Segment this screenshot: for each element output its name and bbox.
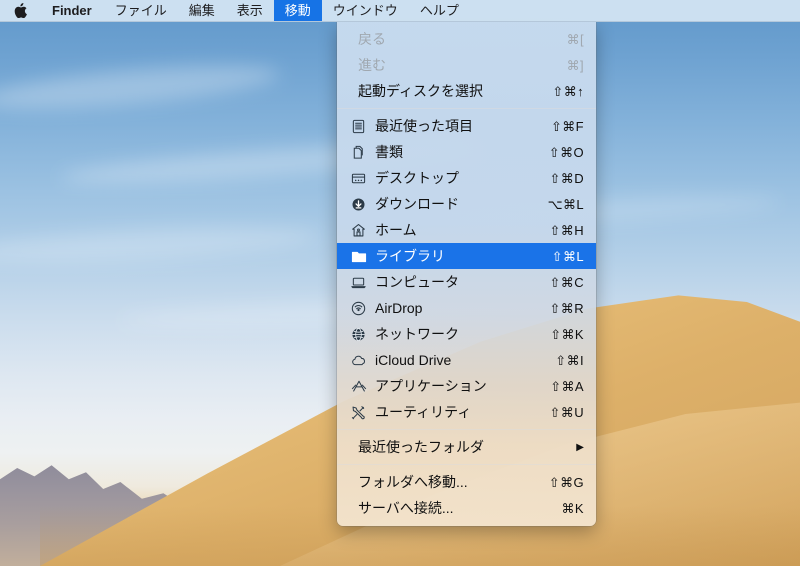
menu-item-[interactable]: デスクトップ ⇧⌘D (337, 165, 596, 191)
menu-view[interactable]: 表示 (226, 0, 274, 21)
menu-item-[interactable]: ネットワーク ⇧⌘K (337, 321, 596, 347)
menu-item-[interactable]: ユーティリティ ⇧⌘U (337, 399, 596, 425)
menu-item-[interactable]: 起動ディスクを選択 ⇧⌘↑ (337, 78, 596, 104)
menu-item-[interactable]: 書類 ⇧⌘O (337, 139, 596, 165)
menu-bar: Finder ファイル 編集 表示 移動 ウインドウ ヘルプ (0, 0, 800, 22)
home-icon (351, 222, 372, 238)
cloud-decoration (0, 220, 321, 270)
menu-window[interactable]: ウインドウ (322, 0, 409, 21)
airdrop-icon (351, 300, 372, 316)
menu-item-[interactable]: ダウンロード ⌥⌘L (337, 191, 596, 217)
menu-item-label: 最近使ったフォルダ (358, 439, 484, 455)
menu-item-shortcut: ⇧⌘L (551, 248, 584, 264)
menu-item-label: ユーティリティ (375, 404, 472, 420)
menu-item-shortcut: ⇧⌘U (549, 404, 584, 420)
menu-edit[interactable]: 編集 (178, 0, 226, 21)
menu-item-label: ライブラリ (375, 248, 445, 264)
menu-help[interactable]: ヘルプ (409, 0, 470, 21)
menu-item-[interactable]: コンピュータ ⇧⌘C (337, 269, 596, 295)
menu-item-shortcut: ⌘[ (566, 31, 584, 47)
menu-item-shortcut: ⌘] (566, 57, 584, 73)
menu-item-label: 起動ディスクを選択 (358, 83, 484, 99)
menu-item-label: iCloud Drive (375, 352, 452, 368)
menu-item-[interactable]: 最近使ったフォルダ ▶ (337, 434, 596, 460)
menu-item-shortcut: ⌥⌘L (547, 196, 584, 212)
menu-item-[interactable]: サーバへ接続... ⌘K (337, 495, 596, 521)
submenu-arrow-icon: ▶ (576, 441, 584, 453)
menu-go[interactable]: 移動 (273, 0, 322, 21)
menu-item-shortcut: ⇧⌘R (549, 300, 584, 316)
menu-item-label: AirDrop (375, 300, 423, 316)
menu-item-airdrop[interactable]: AirDrop ⇧⌘R (337, 295, 596, 321)
menu-item-[interactable]: ホーム ⇧⌘H (337, 217, 596, 243)
menu-item-label: コンピュータ (375, 274, 459, 290)
menu-item-label: ダウンロード (375, 196, 459, 212)
cloud-decoration (0, 56, 281, 118)
apple-logo-icon[interactable] (0, 0, 40, 21)
menu-item-shortcut: ⇧⌘K (550, 326, 584, 342)
menu-item-[interactable]: ライブラリ ⇧⌘L (337, 243, 596, 269)
utilities-icon (351, 404, 372, 420)
menu-finder[interactable]: Finder (40, 0, 104, 21)
menu-separator (337, 429, 596, 430)
menu-item-label: 書類 (375, 144, 403, 160)
applications-icon (351, 378, 372, 394)
menu-item-shortcut: ⇧⌘I (555, 352, 584, 368)
menu-item-shortcut: ⌘K (561, 500, 584, 516)
menu-item-shortcut: ⇧⌘G (548, 474, 584, 490)
menu-item-iclouddrive[interactable]: iCloud Drive ⇧⌘I (337, 347, 596, 373)
recent-items-icon (351, 118, 372, 134)
menu-separator (337, 108, 596, 109)
menu-item-label: デスクトップ (375, 170, 459, 186)
icloud-icon (351, 352, 372, 368)
menu-file[interactable]: ファイル (104, 0, 178, 21)
menu-item-shortcut: ⇧⌘A (550, 378, 584, 394)
menu-item-[interactable]: 最近使った項目 ⇧⌘F (337, 113, 596, 139)
menu-item-label: ホーム (375, 222, 417, 238)
menu-item-shortcut: ⇧⌘C (549, 274, 584, 290)
menu-item-label: 最近使った項目 (375, 118, 473, 134)
menu-item-label: 進む (358, 57, 386, 73)
menu-separator (337, 464, 596, 465)
go-menu-dropdown: 戻る ⌘[ 進む ⌘] 起動ディスクを選択 ⇧⌘↑ 最近使った項目 ⇧⌘F 書類 ⇧⌘O デスクトッ… (337, 22, 596, 526)
menu-item-label: アプリケーション (375, 378, 487, 394)
folder-icon (351, 248, 372, 264)
menu-item-: 進む ⌘] (337, 52, 596, 78)
menu-item-shortcut: ⇧⌘H (549, 222, 584, 238)
menu-item-label: フォルダへ移動... (358, 474, 468, 490)
downloads-icon (351, 196, 372, 212)
documents-icon (351, 144, 372, 160)
menu-item-[interactable]: アプリケーション ⇧⌘A (337, 373, 596, 399)
desktop-icon (351, 170, 372, 186)
computer-icon (351, 274, 372, 290)
menu-item-label: ネットワーク (375, 326, 459, 342)
network-icon (351, 326, 372, 342)
menu-item-shortcut: ⇧⌘↑ (552, 83, 584, 99)
menu-item-label: サーバへ接続... (358, 500, 454, 516)
menu-item-shortcut: ⇧⌘F (550, 118, 584, 134)
menu-item-[interactable]: フォルダへ移動... ⇧⌘G (337, 469, 596, 495)
menu-item-shortcut: ⇧⌘D (549, 170, 584, 186)
menu-item-shortcut: ⇧⌘O (548, 144, 584, 160)
menu-item-label: 戻る (358, 31, 386, 47)
menu-item-: 戻る ⌘[ (337, 26, 596, 52)
